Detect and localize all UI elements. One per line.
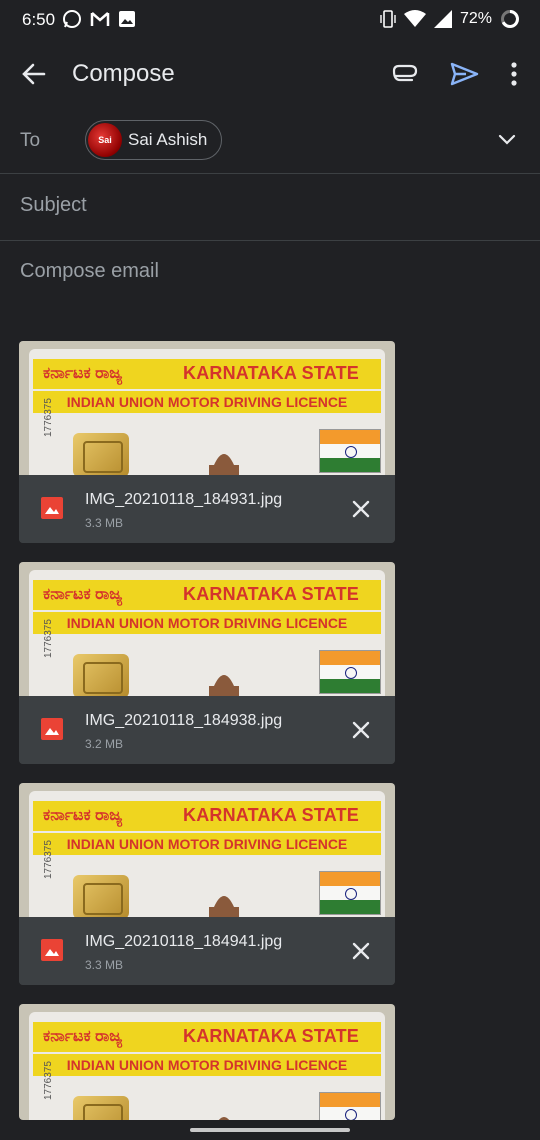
status-bar: 6:50 72% — [0, 0, 540, 42]
attachment-size: 3.3 MB — [85, 516, 124, 530]
licence-card-image: ಕರ್ನಾಟಕ ರಾಜ್ಯ KARNATAKA STATE INDIAN UNI… — [29, 570, 385, 696]
attachment-filename: IMG_20210118_184938.jpg — [85, 712, 283, 729]
compose-body-input[interactable]: Compose email — [20, 260, 159, 283]
smart-chip-icon — [73, 875, 129, 917]
licence-text: INDIAN UNION MOTOR DRIVING LICENCE — [66, 1057, 348, 1073]
vidhana-soudha-icon — [209, 660, 239, 696]
recipient-name: Sai Ashish — [128, 130, 208, 149]
image-icon — [119, 11, 135, 27]
attachment-info-bar: IMG_20210118_184941.jpg 3.3 MB — [19, 917, 395, 985]
serial-number: 1776375 — [43, 619, 54, 658]
signal-icon — [433, 10, 452, 28]
gmail-icon — [90, 12, 110, 26]
attachment-filename: IMG_20210118_184931.jpg — [85, 491, 283, 508]
serial-number: 1776375 — [43, 398, 54, 437]
compose-toolbar: Compose — [0, 46, 540, 102]
vibrate-icon — [380, 10, 396, 28]
battery-level: 72% — [459, 10, 492, 27]
attachment-size: 3.2 MB — [85, 737, 124, 751]
kannada-text: ಕರ್ನಾಟಕ ರಾಜ್ಯ — [43, 807, 123, 824]
more-options-icon[interactable] — [500, 58, 528, 90]
state-banner: ಕರ್ನಾಟಕ ರಾಜ್ಯ KARNATAKA STATE — [33, 580, 381, 610]
remove-attachment-close-icon[interactable] — [349, 497, 373, 521]
vidhana-soudha-icon — [218, 1102, 230, 1120]
vidhana-soudha-icon — [209, 881, 239, 917]
kannada-text: ಕರ್ನಾಟಕ ರಾಜ್ಯ — [43, 586, 123, 603]
attachment-thumbnail[interactable]: ಕರ್ನಾಟಕ ರಾಜ್ಯ KARNATAKA STATE INDIAN UNI… — [19, 1004, 395, 1120]
india-flag-icon — [319, 429, 381, 473]
smart-chip-icon — [73, 1096, 129, 1120]
licence-card-image: ಕರ್ನಾಟಕ ರಾಜ್ಯ KARNATAKA STATE INDIAN UNI… — [29, 349, 385, 475]
attachment-filename: IMG_20210118_184941.jpg — [85, 933, 283, 950]
licence-banner: INDIAN UNION MOTOR DRIVING LICENCE — [33, 1054, 381, 1076]
remove-attachment-close-icon[interactable] — [349, 718, 373, 742]
remove-attachment-close-icon[interactable] — [349, 939, 373, 963]
to-field[interactable]: To Sai Sai Ashish — [0, 106, 540, 174]
licence-banner: INDIAN UNION MOTOR DRIVING LICENCE — [33, 833, 381, 855]
state-text: KARNATAKA STATE — [183, 1026, 359, 1046]
kannada-text: ಕರ್ನಾಟಕ ರಾಜ್ಯ — [43, 365, 123, 382]
image-file-icon — [41, 718, 63, 740]
attachment-info-bar: IMG_20210118_184931.jpg 3.3 MB — [19, 475, 395, 543]
subject-field[interactable]: Subject — [0, 174, 540, 241]
attach-icon[interactable] — [390, 60, 422, 88]
whatsapp-icon — [63, 10, 81, 28]
attachment-thumbnail[interactable]: ಕರ್ನಾಟಕ ರಾಜ್ಯ KARNATAKA STATE INDIAN UNI… — [19, 562, 395, 696]
licence-banner: INDIAN UNION MOTOR DRIVING LICENCE — [33, 612, 381, 634]
image-file-icon — [41, 497, 63, 519]
vidhana-soudha-icon — [209, 439, 239, 475]
india-flag-icon — [319, 1092, 381, 1120]
attachment-card[interactable]: ಕರ್ನಾಟಕ ರಾಜ್ಯ KARNATAKA STATE INDIAN UNI… — [19, 562, 395, 764]
smart-chip-icon — [73, 433, 129, 475]
page-title: Compose — [72, 60, 175, 87]
state-text: KARNATAKA STATE — [183, 363, 359, 383]
india-flag-icon — [319, 650, 381, 694]
attachment-card[interactable]: ಕರ್ನಾಟಕ ರಾಜ್ಯ KARNATAKA STATE INDIAN UNI… — [19, 341, 395, 543]
licence-text: INDIAN UNION MOTOR DRIVING LICENCE — [66, 394, 348, 410]
gesture-nav-bar[interactable] — [190, 1128, 350, 1132]
image-file-icon — [41, 939, 63, 961]
attachment-card[interactable]: ಕರ್ನಾಟಕ ರಾಜ್ಯ KARNATAKA STATE INDIAN UNI… — [19, 783, 395, 985]
licence-card-image: ಕರ್ನಾಟಕ ರಾಜ್ಯ KARNATAKA STATE INDIAN UNI… — [29, 1012, 385, 1120]
licence-card-image: ಕರ್ನಾಟಕ ರಾಜ್ಯ KARNATAKA STATE INDIAN UNI… — [29, 791, 385, 917]
attachment-thumbnail[interactable]: ಕರ್ನಾಟಕ ರಾಜ್ಯ KARNATAKA STATE INDIAN UNI… — [19, 783, 395, 917]
to-label: To — [20, 130, 41, 151]
state-text: KARNATAKA STATE — [183, 584, 359, 604]
smart-chip-icon — [73, 654, 129, 696]
licence-text: INDIAN UNION MOTOR DRIVING LICENCE — [66, 615, 348, 631]
avatar: Sai — [88, 123, 122, 157]
chevron-down-icon[interactable] — [494, 126, 520, 152]
india-flag-icon — [319, 871, 381, 915]
subject-input[interactable]: Subject — [20, 194, 87, 217]
battery-ring-icon — [501, 10, 519, 28]
attachment-info-bar: IMG_20210118_184938.jpg 3.2 MB — [19, 696, 395, 764]
attachment-thumbnail[interactable]: ಕರ್ನಾಟಕ ರಾಜ್ಯ KARNATAKA STATE INDIAN UNI… — [19, 341, 395, 475]
state-text: KARNATAKA STATE — [183, 805, 359, 825]
licence-text: INDIAN UNION MOTOR DRIVING LICENCE — [66, 836, 348, 852]
wifi-icon — [403, 10, 426, 27]
kannada-text: ಕರ್ನಾಟಕ ರಾಜ್ಯ — [43, 1028, 123, 1045]
state-banner: ಕರ್ನಾಟಕ ರಾಜ್ಯ KARNATAKA STATE — [33, 801, 381, 831]
serial-number: 1776375 — [43, 1061, 54, 1100]
attachment-size: 3.3 MB — [85, 958, 124, 972]
status-time: 6:50 — [22, 10, 56, 29]
back-arrow-icon[interactable] — [18, 58, 50, 90]
send-icon[interactable] — [448, 58, 480, 90]
state-banner: ಕರ್ನಾಟಕ ರಾಜ್ಯ KARNATAKA STATE — [33, 359, 381, 389]
serial-number: 1776375 — [43, 840, 54, 879]
recipient-chip[interactable]: Sai Sai Ashish — [85, 120, 223, 160]
state-banner: ಕರ್ನಾಟಕ ರಾಜ್ಯ KARNATAKA STATE — [33, 1022, 381, 1052]
licence-banner: INDIAN UNION MOTOR DRIVING LICENCE — [33, 391, 381, 413]
attachment-card[interactable]: ಕರ್ನಾಟಕ ರಾಜ್ಯ KARNATAKA STATE INDIAN UNI… — [19, 1004, 395, 1120]
